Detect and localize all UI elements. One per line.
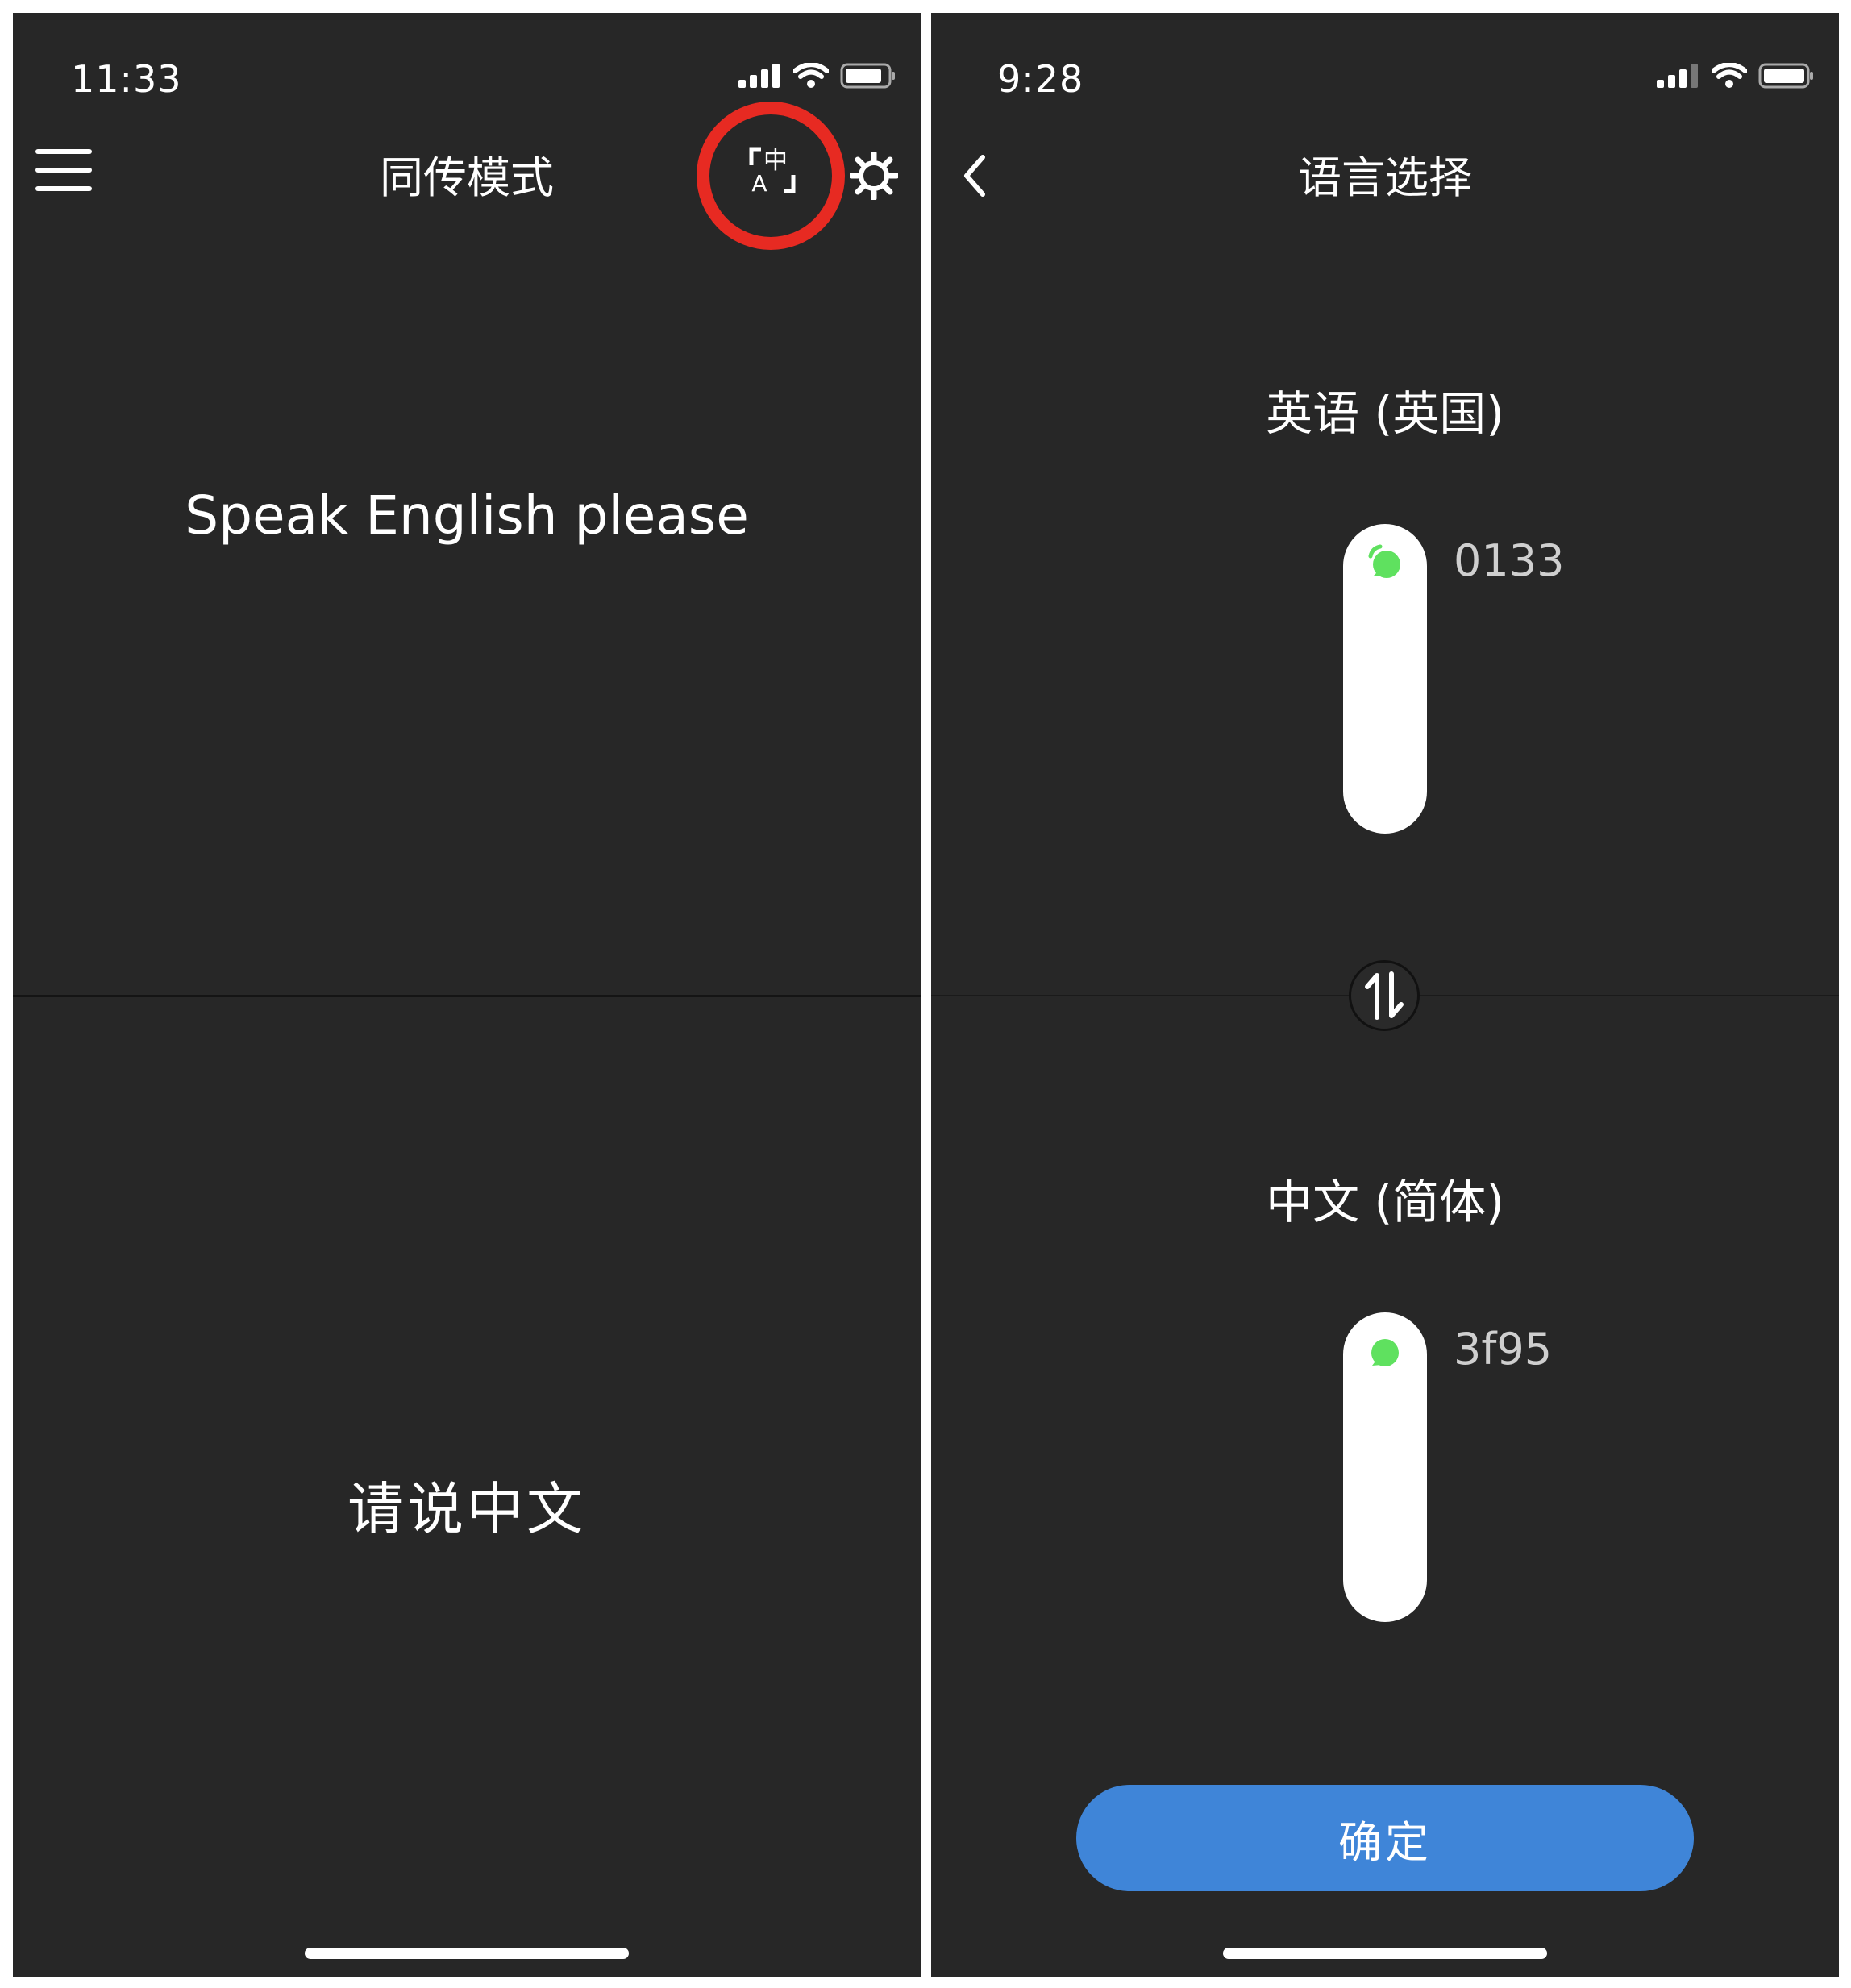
signal-icon bbox=[738, 64, 780, 88]
status-time: 9:28 bbox=[997, 57, 1084, 101]
confirm-button[interactable]: 确定 bbox=[1076, 1785, 1694, 1891]
translate-language-icon[interactable]: 中 A bbox=[748, 146, 797, 194]
target-language-label[interactable]: 中文 (简体) bbox=[931, 1164, 1839, 1232]
target-device-code: 3f95 bbox=[1454, 1324, 1553, 1375]
status-time: 11:33 bbox=[71, 57, 182, 101]
chat-bubble-icon bbox=[1368, 544, 1400, 578]
pane-divider bbox=[13, 995, 921, 997]
battery-icon bbox=[1758, 63, 1813, 89]
swap-languages-button[interactable] bbox=[1349, 960, 1420, 1031]
gear-icon[interactable] bbox=[850, 152, 898, 200]
home-indicator bbox=[305, 1948, 629, 1959]
wifi-icon bbox=[793, 63, 829, 88]
svg-text:A: A bbox=[751, 170, 767, 194]
source-device-pill[interactable] bbox=[1343, 524, 1427, 834]
battery-icon bbox=[840, 63, 895, 89]
target-device-pill[interactable] bbox=[1343, 1312, 1427, 1622]
source-device-code: 0133 bbox=[1454, 535, 1565, 586]
swap-icon bbox=[1365, 971, 1404, 1020]
interpreter-mode-screen: 11:33 同传模式 中 A Speak English please 请说中文 bbox=[13, 13, 921, 1977]
english-prompt: Speak English please bbox=[185, 485, 749, 547]
source-language-label[interactable]: 英语 (英国) bbox=[931, 376, 1839, 443]
status-bar-icons bbox=[738, 63, 896, 89]
chinese-prompt: 请说中文 bbox=[347, 1476, 586, 1542]
chat-bubble-icon bbox=[1371, 1339, 1399, 1366]
page-title: 语言选择 bbox=[1298, 152, 1472, 203]
signal-icon bbox=[1657, 64, 1698, 88]
wifi-icon bbox=[1712, 63, 1747, 88]
language-selection-screen: 9:28 语言选择 英语 (英国) 0133 中文 (简体) 3f95 确定 bbox=[931, 13, 1839, 1977]
home-indicator bbox=[1223, 1948, 1547, 1959]
status-bar-icons bbox=[1657, 63, 1815, 89]
